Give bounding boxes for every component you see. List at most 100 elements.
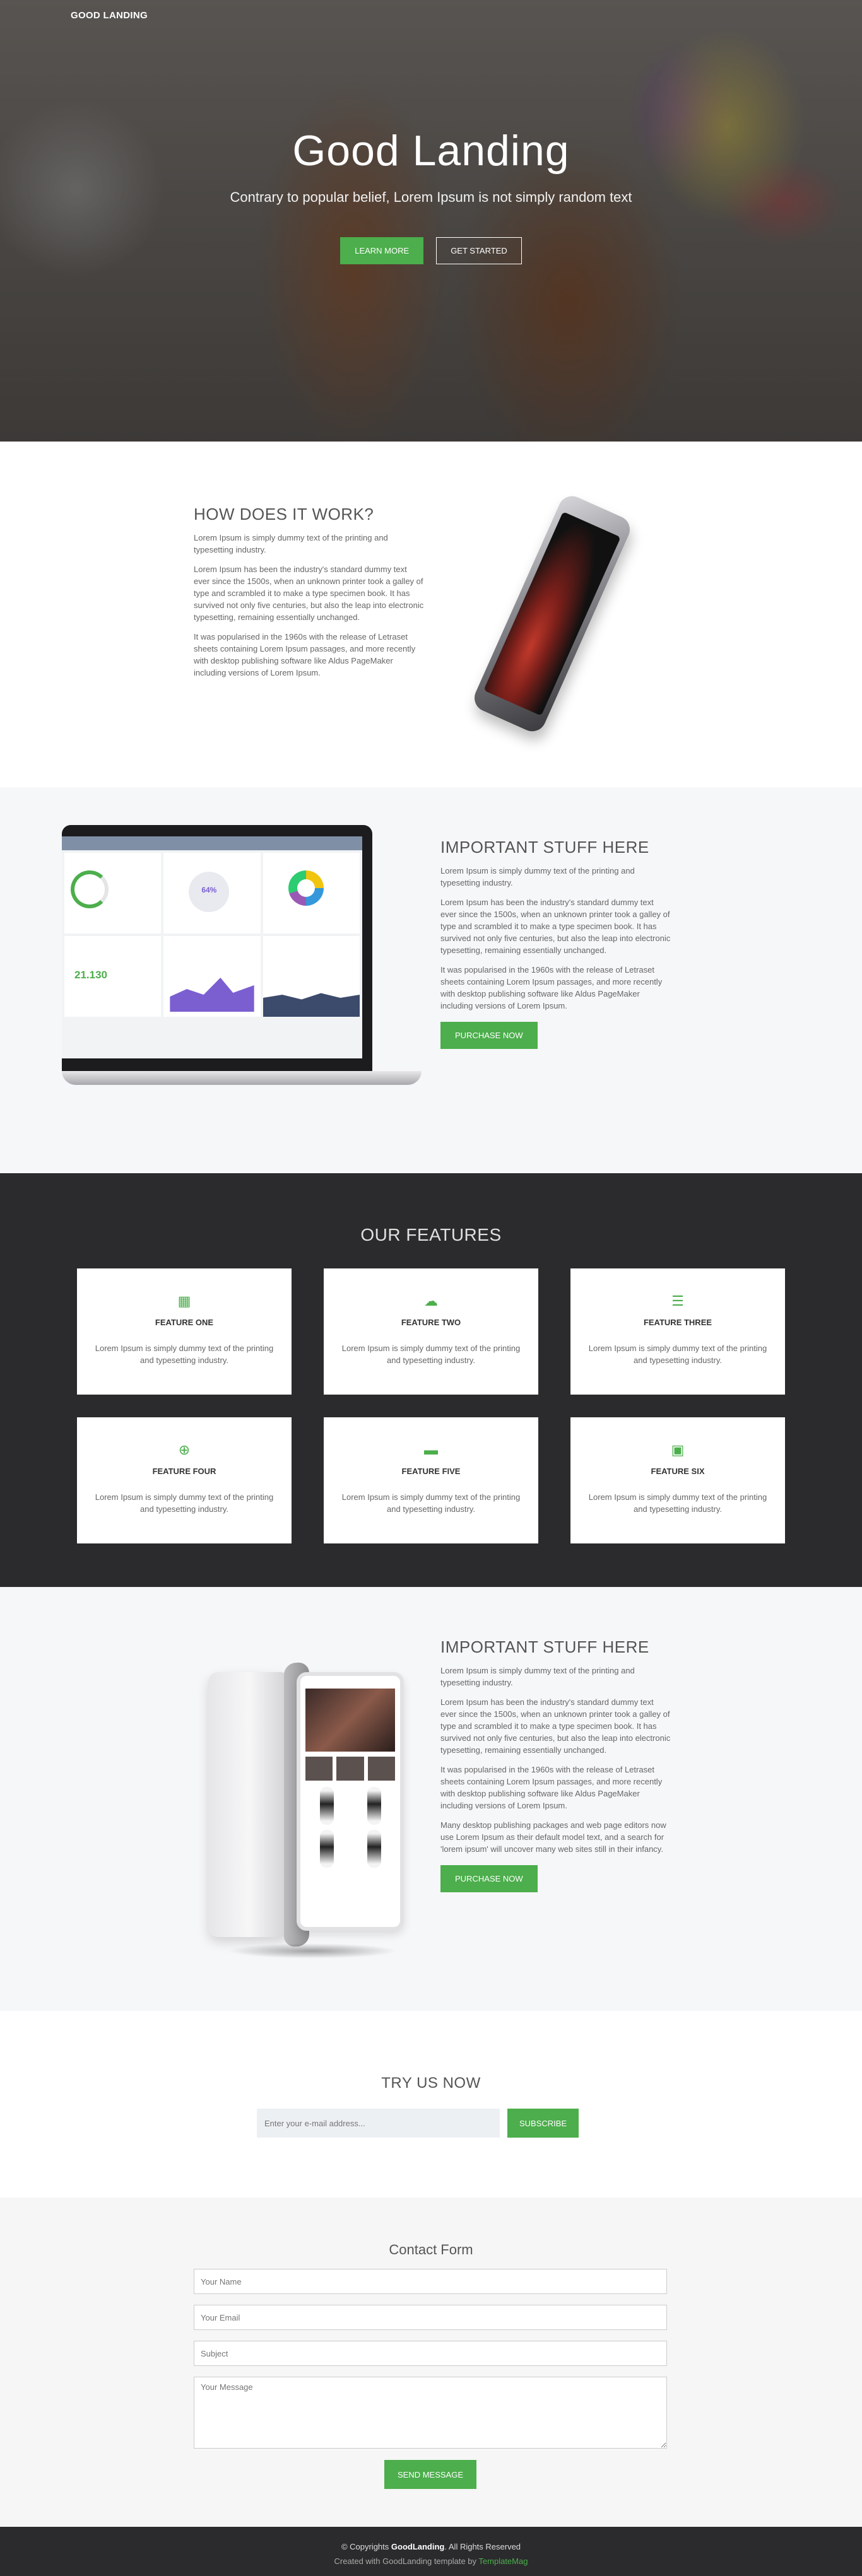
important-section-1: 64% 21.130 IMPORTANT STUFF HERE Lorem Ip… bbox=[0, 787, 862, 1173]
templatemag-link[interactable]: TemplateMag bbox=[478, 2556, 528, 2566]
how-text: HOW DOES IT WORK? Lorem Ipsum is simply … bbox=[194, 505, 424, 679]
important-1-paragraph-1: Lorem Ipsum is simply dummy text of the … bbox=[440, 866, 635, 887]
tablet-cover bbox=[208, 1672, 290, 1937]
how-paragraph-2: Lorem Ipsum has been the industry's stan… bbox=[194, 565, 424, 622]
feature-card-six: ▣ FEATURE SIX Lorem Ipsum is simply dumm… bbox=[570, 1417, 785, 1543]
feature-title: FEATURE SIX bbox=[651, 1467, 705, 1476]
credits-line: Created with GoodLanding template by Tem… bbox=[0, 2556, 862, 2566]
product-figure bbox=[367, 1787, 381, 1825]
footer: © Copyrights GoodLanding. All Rights Res… bbox=[0, 2527, 862, 2576]
contact-form: SEND MESSAGE bbox=[194, 2269, 667, 2489]
phone-screen bbox=[483, 512, 621, 716]
dashboard-card bbox=[263, 936, 360, 1017]
tablet-products bbox=[305, 1787, 395, 1868]
important-2-title: IMPORTANT STUFF HERE bbox=[440, 1637, 649, 1656]
feature-title: FEATURE FIVE bbox=[401, 1467, 461, 1476]
email-subscribe-input[interactable] bbox=[257, 2109, 500, 2138]
how-it-works-section: HOW DOES IT WORK? Lorem Ipsum is simply … bbox=[0, 442, 862, 787]
learn-more-button[interactable]: LEARN MORE bbox=[340, 237, 424, 264]
purchase-now-button-2[interactable]: PURCHASE NOW bbox=[440, 1865, 538, 1892]
get-started-button[interactable]: GET STARTED bbox=[436, 237, 522, 264]
purchase-now-button[interactable]: PURCHASE NOW bbox=[440, 1022, 538, 1049]
feature-text: Lorem Ipsum is simply dummy text of the … bbox=[588, 1492, 767, 1514]
important-2-paragraph-1: Lorem Ipsum is simply dummy text of the … bbox=[440, 1666, 635, 1687]
cloud-icon: ☁ bbox=[424, 1293, 438, 1309]
feature-title: FEATURE TWO bbox=[401, 1318, 461, 1327]
features-grid: ▦ FEATURE ONE Lorem Ipsum is simply dumm… bbox=[77, 1268, 785, 1543]
subscribe-button[interactable]: SUBSCRIBE bbox=[507, 2109, 579, 2138]
briefcase-icon: ▣ bbox=[671, 1442, 685, 1458]
copyright-suffix: . All Rights Reserved bbox=[444, 2542, 521, 2551]
important-section-2: IMPORTANT STUFF HERE Lorem Ipsum is simp… bbox=[0, 1587, 862, 2011]
hero-content: Good Landing Contrary to popular belief,… bbox=[0, 126, 862, 264]
how-paragraph-1: Lorem Ipsum is simply dummy text of the … bbox=[194, 533, 388, 554]
important-2-paragraph-4: Many desktop publishing packages and web… bbox=[440, 1820, 666, 1854]
brand-logo[interactable]: GOOD LANDING bbox=[71, 10, 148, 21]
copyright-prefix: © Copyrights bbox=[341, 2542, 391, 2551]
subject-field[interactable] bbox=[194, 2341, 667, 2366]
email-field[interactable] bbox=[194, 2305, 667, 2330]
feature-text: Lorem Ipsum is simply dummy text of the … bbox=[341, 1344, 521, 1365]
how-title: HOW DOES IT WORK? bbox=[194, 505, 374, 524]
percent-value: 64% bbox=[201, 886, 217, 894]
feature-text: Lorem Ipsum is simply dummy text of the … bbox=[588, 1344, 767, 1365]
contact-title: Contact Form bbox=[389, 2242, 473, 2257]
dashboard-card: 21.130 bbox=[64, 936, 162, 1017]
wave-chart bbox=[263, 993, 360, 1017]
progress-donut bbox=[71, 870, 109, 908]
name-field[interactable] bbox=[194, 2269, 667, 2294]
features-section: OUR FEATURES ▦ FEATURE ONE Lorem Ipsum i… bbox=[0, 1173, 862, 1587]
thumb bbox=[305, 1757, 333, 1781]
feature-card-one: ▦ FEATURE ONE Lorem Ipsum is simply dumm… bbox=[77, 1268, 292, 1395]
tablet-thumbs bbox=[305, 1757, 395, 1781]
laptop-screen: 64% 21.130 bbox=[62, 836, 362, 1058]
copyright-brand: GoodLanding bbox=[391, 2542, 445, 2551]
feature-card-five: ▬ FEATURE FIVE Lorem Ipsum is simply dum… bbox=[324, 1417, 538, 1543]
feature-card-two: ☁ FEATURE TWO Lorem Ipsum is simply dumm… bbox=[324, 1268, 538, 1395]
feature-text: Lorem Ipsum is simply dummy text of the … bbox=[95, 1492, 274, 1514]
tablet-device bbox=[297, 1672, 404, 1931]
message-field[interactable] bbox=[194, 2377, 667, 2449]
dashboard-card bbox=[64, 853, 162, 934]
calendar-icon: ▦ bbox=[177, 1293, 191, 1309]
dashboard-card bbox=[163, 936, 261, 1017]
thumb bbox=[367, 1757, 395, 1781]
try-us-title: TRY US NOW bbox=[381, 2075, 481, 2092]
send-message-button[interactable]: SEND MESSAGE bbox=[384, 2460, 477, 2489]
features-title: OUR FEATURES bbox=[360, 1225, 502, 1244]
ring-chart bbox=[288, 870, 324, 906]
tablet-shadow bbox=[227, 1943, 398, 1958]
folder-icon: ▬ bbox=[424, 1442, 438, 1458]
dashboard-topbar bbox=[62, 836, 362, 850]
hero-buttons: LEARN MORE GET STARTED bbox=[0, 237, 862, 264]
important-1-text: IMPORTANT STUFF HERE Lorem Ipsum is simp… bbox=[440, 838, 671, 1049]
tablet-image bbox=[202, 1622, 416, 1962]
product-figure bbox=[319, 1830, 334, 1868]
dashboard-card bbox=[263, 853, 360, 934]
feature-title: FEATURE FOUR bbox=[152, 1467, 216, 1476]
important-1-title: IMPORTANT STUFF HERE bbox=[440, 838, 649, 857]
hero-subtitle: Contrary to popular belief, Lorem Ipsum … bbox=[230, 189, 632, 205]
feature-card-three: ☰ FEATURE THREE Lorem Ipsum is simply du… bbox=[570, 1268, 785, 1395]
tablet-banner bbox=[305, 1689, 395, 1752]
important-2-text: IMPORTANT STUFF HERE Lorem Ipsum is simp… bbox=[440, 1637, 671, 1892]
dashboard-grid: 64% 21.130 bbox=[62, 850, 362, 1019]
globe-icon: ⊕ bbox=[178, 1442, 191, 1458]
laptop-base bbox=[62, 1071, 422, 1085]
laptop-lid: 64% 21.130 bbox=[62, 825, 372, 1071]
subscribe-form: SUBSCRIBE bbox=[257, 2109, 579, 2138]
laptop-image: 64% 21.130 bbox=[62, 825, 422, 1128]
copyright-line: © Copyrights GoodLanding. All Rights Res… bbox=[0, 2542, 862, 2551]
feature-title: FEATURE ONE bbox=[155, 1318, 214, 1327]
try-us-section: TRY US NOW SUBSCRIBE bbox=[0, 2011, 862, 2198]
feature-text: Lorem Ipsum is simply dummy text of the … bbox=[95, 1344, 274, 1365]
area-chart bbox=[170, 978, 254, 1012]
hero-title: Good Landing bbox=[292, 127, 570, 175]
hero-section: GOOD LANDING Good Landing Contrary to po… bbox=[0, 0, 862, 442]
phone-image bbox=[469, 491, 635, 737]
credits-prefix: Created with GoodLanding template by bbox=[334, 2556, 479, 2566]
product-figure bbox=[367, 1830, 381, 1868]
contact-section: Contact Form SEND MESSAGE bbox=[0, 2198, 862, 2527]
important-2-paragraph-2: Lorem Ipsum has been the industry's stan… bbox=[440, 1697, 671, 1755]
product-figure bbox=[319, 1787, 334, 1825]
